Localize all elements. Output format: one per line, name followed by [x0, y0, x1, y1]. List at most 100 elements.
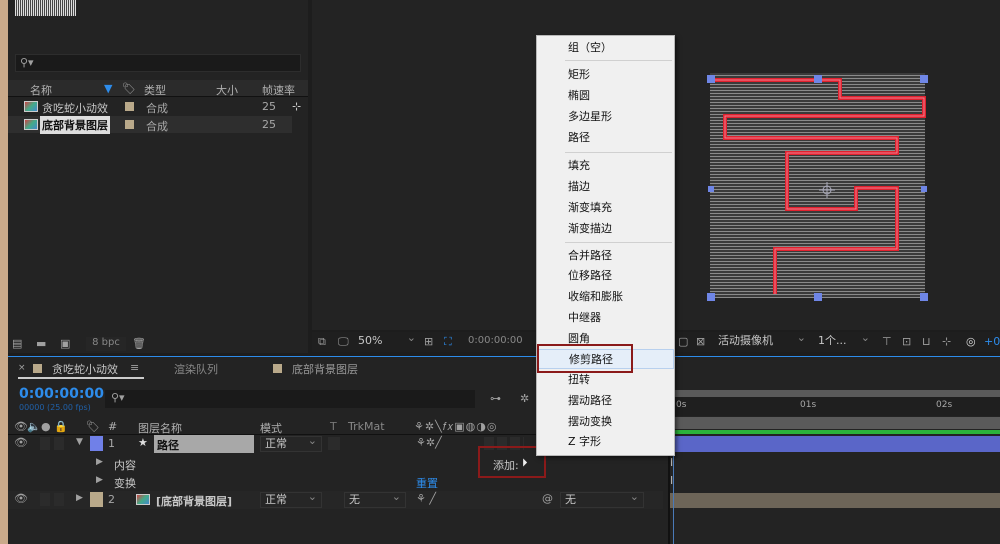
bpc-button[interactable]: 8 bpc: [86, 337, 126, 351]
layer-switches[interactable]: ⚘ ╱: [416, 492, 436, 505]
blend-mode-dropdown[interactable]: 正常: [260, 434, 322, 452]
layer-name[interactable]: [底部背景图层]: [156, 493, 232, 509]
transform-row[interactable]: ▶ 变换 重置: [8, 473, 663, 491]
layer-row[interactable]: 👁 ▶ 2 [底部背景图层] 正常 无 ⚘ ╱ @ 无: [8, 490, 663, 509]
parent-pickwhip-icon[interactable]: @: [542, 492, 553, 505]
panel-menu-icon[interactable]: ≡: [130, 361, 139, 374]
transparency-grid-icon[interactable]: ⊠: [696, 335, 705, 348]
expand-triangle-icon[interactable]: ▶: [96, 457, 103, 467]
close-tab-icon[interactable]: ×: [18, 363, 26, 373]
contents-row[interactable]: ▶ 内容 添加: ⏵: [8, 455, 663, 473]
menu-item[interactable]: 描边: [537, 177, 674, 197]
lock-box[interactable]: [54, 437, 64, 450]
solo-icon[interactable]: ●: [41, 420, 51, 433]
work-area-bar[interactable]: [670, 390, 1000, 397]
col-trkmat[interactable]: TrkMat: [348, 420, 385, 433]
contents-label: 内容: [114, 459, 136, 472]
exposure-value[interactable]: +0.0: [984, 335, 1000, 348]
trkmat-dropdown[interactable]: 无: [344, 490, 406, 508]
transform-label: 变换: [114, 477, 136, 490]
layer-switches[interactable]: ⚘✲╱: [416, 436, 442, 449]
menu-item[interactable]: 中继器: [537, 308, 674, 328]
layer1-duration-bar[interactable]: [670, 436, 1000, 452]
search-icon: ⚲▾: [111, 391, 125, 404]
menu-item[interactable]: 摆动路径: [537, 391, 674, 411]
menu-item[interactable]: 渐变填充: [537, 198, 674, 218]
menu-item[interactable]: 多边星形: [537, 107, 674, 127]
visibility-eye-icon[interactable]: 👁: [14, 436, 28, 449]
menu-separator: [565, 152, 672, 153]
menu-item[interactable]: 扭转: [537, 370, 674, 390]
layer2-duration-bar[interactable]: [670, 493, 1000, 508]
menu-item[interactable]: 渐变描边: [537, 219, 674, 239]
draft-3d-icon[interactable]: ✲: [520, 392, 529, 405]
expand-triangle-icon[interactable]: ▶: [96, 475, 103, 485]
zoom-dropdown[interactable]: 50%: [354, 331, 420, 350]
menu-item[interactable]: 椭圆: [537, 86, 674, 106]
menu-item[interactable]: 填充: [537, 156, 674, 176]
comp-flowchart-icon[interactable]: ⊶: [490, 392, 501, 405]
menu-item[interactable]: 路径: [537, 128, 674, 148]
timeline-graph[interactable]: 0s 01s 02s I I: [668, 380, 1000, 544]
menu-item[interactable]: 收缩和膨胀: [537, 287, 674, 307]
current-time-display[interactable]: 0:00:00:00: [19, 386, 104, 402]
shape-layer-star-icon: ★: [138, 436, 148, 449]
timeline-icon[interactable]: ⊔: [922, 335, 931, 348]
region-icon[interactable]: ▢: [678, 335, 688, 348]
camera-dropdown[interactable]: 活动摄像机: [714, 331, 810, 350]
visibility-eye-icon[interactable]: 👁: [14, 492, 28, 505]
audio-icon[interactable]: 🔈: [27, 420, 41, 433]
video-visibility-icon[interactable]: 👁: [14, 420, 28, 433]
ruler-label: 01s: [800, 400, 817, 410]
project-bottom-toolbar: ▤ ▬ ▣ 8 bpc 🗑: [8, 336, 308, 352]
menu-item[interactable]: 位移路径: [537, 266, 674, 286]
col-mode[interactable]: 模式: [260, 420, 282, 436]
expand-triangle-icon[interactable]: ▶: [76, 493, 83, 503]
flowchart-icon[interactable]: ⊹: [942, 335, 951, 348]
layer-label-color[interactable]: [90, 492, 103, 507]
snake-path: [715, 78, 926, 294]
exposure-icon[interactable]: ◎: [966, 335, 976, 348]
mask-visibility-icon[interactable]: ⛶: [444, 335, 452, 349]
trim-paths-highlight-box: [537, 344, 633, 373]
new-folder-icon[interactable]: ▬: [36, 337, 46, 350]
track-matte-box[interactable]: [328, 437, 340, 450]
col-t: T: [330, 420, 337, 433]
tab-render-queue[interactable]: 渲染队列: [174, 361, 218, 377]
menu-item[interactable]: 矩形: [537, 65, 674, 85]
anchor-point-icon: [819, 182, 835, 198]
reset-link[interactable]: 重置: [416, 475, 438, 491]
toggle-pixel-aspect-icon[interactable]: ⊤: [882, 335, 892, 348]
menu-item[interactable]: 组（空）: [537, 38, 674, 58]
snake-path-shape[interactable]: [0, 0, 1000, 330]
trash-icon[interactable]: 🗑: [132, 337, 146, 350]
layer-label-color[interactable]: [90, 436, 103, 451]
menu-item[interactable]: 摆动变换: [537, 412, 674, 432]
menu-item[interactable]: 合并路径: [537, 246, 674, 266]
views-dropdown[interactable]: 1个...: [814, 331, 874, 350]
solo-box[interactable]: [40, 493, 50, 506]
always-preview-icon[interactable]: ⧉: [318, 335, 326, 349]
switches-icons: ⚘✲╲𝑓𝑥▣◍◑◎: [414, 420, 498, 433]
viewer-timecode[interactable]: 0:00:00:00: [468, 335, 523, 346]
menu-separator: [565, 242, 672, 243]
tab-background-layer[interactable]: 底部背景图层: [292, 361, 358, 377]
interpret-footage-icon[interactable]: ▤: [12, 337, 22, 350]
lock-box[interactable]: [54, 493, 64, 506]
solo-box[interactable]: [40, 437, 50, 450]
col-layer-name[interactable]: 图层名称: [138, 420, 182, 436]
layer-search-input[interactable]: ⚲▾: [105, 390, 475, 408]
parent-dropdown[interactable]: 无: [560, 490, 644, 508]
render-green-line: [670, 430, 1000, 434]
new-composition-icon[interactable]: ▣: [60, 337, 70, 350]
menu-item[interactable]: Z 字形: [537, 432, 674, 452]
grid-guides-icon[interactable]: ⊞: [424, 335, 433, 348]
ruler-label: 02s: [936, 400, 953, 410]
lock-icon[interactable]: 🔒: [54, 420, 68, 433]
blend-mode-dropdown[interactable]: 正常: [260, 490, 322, 508]
expand-triangle-icon[interactable]: ▼: [76, 437, 83, 447]
monitor-icon[interactable]: 🖵: [338, 335, 349, 349]
layer-name[interactable]: 路径: [154, 435, 254, 453]
tab-snake-comp[interactable]: 贪吃蛇小动效: [52, 361, 118, 377]
fast-preview-icon[interactable]: ⊡: [902, 335, 911, 348]
